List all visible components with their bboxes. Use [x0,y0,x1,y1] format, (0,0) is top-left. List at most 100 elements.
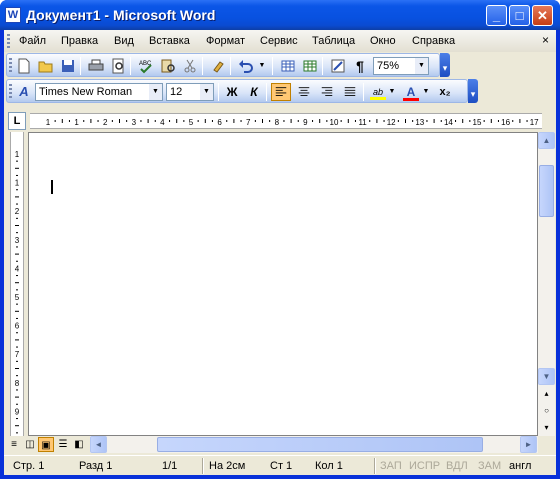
menu-table[interactable]: Таблица [312,35,355,47]
chevron-down-icon[interactable]: ▼ [421,83,431,101]
ruler-label: 1 [15,150,20,159]
vertical-scroll-thumb[interactable] [539,165,554,217]
document-page[interactable] [28,132,538,436]
insert-excel-icon[interactable] [300,57,320,75]
menu-grip[interactable] [7,34,10,48]
toolbar-separator [202,57,203,75]
status-record[interactable]: ЗАП [380,460,402,472]
cut-icon[interactable] [180,57,200,75]
window-title: Документ1 - Microsoft Word [26,7,216,23]
ruler-label: 3 [15,236,20,245]
ruler-label: 12 [387,118,396,127]
toolbar-separator [322,57,323,75]
chevron-down-icon[interactable]: ▼ [387,83,397,101]
menu-tools[interactable]: Сервис [260,35,298,47]
new-document-icon[interactable] [14,57,34,75]
maximize-button[interactable]: □ [509,5,530,26]
scroll-up-button[interactable]: ▲ [538,132,555,149]
horizontal-scrollbar[interactable]: ◄ ► [90,436,538,453]
minimize-button[interactable]: _ [486,5,507,26]
word-app-icon[interactable]: W [5,7,21,23]
previous-page-button[interactable]: ▴ [538,386,555,403]
ruler-label: 1 [74,118,79,127]
scroll-down-button[interactable]: ▼ [538,368,555,385]
format-painter-icon[interactable] [208,57,228,75]
undo-dropdown-icon[interactable]: ▼ [256,57,268,75]
justify-icon [344,87,356,96]
status-bar: Стр. 1 Разд 1 1/1 На 2см Ст 1 Кол 1 ЗАП … [4,455,556,475]
status-column: Кол 1 [315,460,343,472]
horizontal-ruler[interactable]: 1 1 2 3 4 5 6 7 8 9 10 11 12 13 14 15 16 17 [30,113,542,129]
align-right-button[interactable] [317,83,337,101]
show-marks-icon[interactable]: ¶ [350,57,370,75]
select-browse-object-button[interactable]: ○ [538,403,555,420]
outline-view-icon[interactable]: ☰ [55,437,71,452]
ruler-label: 6 [217,118,222,127]
normal-view-icon[interactable]: ≡ [6,437,22,452]
styles-formatting-icon[interactable]: A [14,83,34,101]
vertical-ruler[interactable]: 1 1 2 3 4 5 6 7 8 9 [10,132,24,436]
chevron-down-icon[interactable]: ▼ [415,58,428,74]
print-layout-icon[interactable]: ▣ [38,437,54,452]
align-center-icon [298,87,310,96]
undo-icon[interactable] [236,57,256,75]
standard-toolbar: ABC ▼ ¶ 75% ▼ [6,53,440,77]
menu-view[interactable]: Вид [114,35,134,47]
chevron-down-icon[interactable]: ▼ [149,84,162,100]
font-name-combo[interactable]: Times New Roman ▼ [35,83,163,101]
menu-insert[interactable]: Вставка [149,35,190,47]
close-button[interactable]: ✕ [532,5,553,26]
research-icon[interactable] [158,57,178,75]
save-icon[interactable] [58,57,78,75]
align-center-button[interactable] [294,83,314,101]
vertical-scrollbar[interactable]: ▲ ▼ ▴ ○ ▾ [538,132,555,437]
bold-button[interactable]: Ж [222,83,242,101]
toolbar-separator [230,57,231,75]
zoom-combo[interactable]: 75% ▼ [373,57,429,75]
formatting-toolbar: A Times New Roman ▼ 12 ▼ Ж К ab ▼ A ▼ x₂ [6,79,468,103]
open-folder-icon[interactable] [36,57,56,75]
menu-window[interactable]: Окно [370,35,396,47]
status-extend[interactable]: ВДЛ [446,460,468,472]
subscript-button[interactable]: x₂ [435,83,455,101]
chevron-down-icon[interactable]: ▼ [200,84,213,100]
ruler-label: 5 [15,293,20,302]
print-preview-icon[interactable] [108,57,128,75]
toolbar-options-button[interactable]: ▾ [440,53,450,77]
scroll-left-button[interactable]: ◄ [90,436,107,453]
status-overtype[interactable]: ЗАМ [478,460,501,472]
toolbar-grip[interactable] [9,58,12,74]
reading-layout-icon[interactable]: ◧ [71,437,87,452]
drawing-icon[interactable] [328,57,348,75]
ruler-label: 13 [415,118,424,127]
web-layout-icon[interactable]: ◫ [22,437,38,452]
ruler-label: 3 [132,118,137,127]
justify-button[interactable] [340,83,360,101]
tab-selector[interactable]: L [8,112,26,130]
status-language: англ [509,460,532,472]
toolbar-grip[interactable] [9,84,12,100]
ruler-label: 7 [246,118,251,127]
toolbar-separator [272,57,273,75]
highlight-icon[interactable]: ab [368,83,388,101]
menu-file[interactable]: Файл [19,35,46,47]
align-left-button[interactable] [271,83,291,101]
menu-format[interactable]: Формат [206,35,245,47]
menu-help[interactable]: Справка [412,35,455,47]
horizontal-scroll-thumb[interactable] [157,437,483,452]
italic-button[interactable]: К [244,83,264,101]
toolbar-options-button[interactable]: ▾ [468,79,478,103]
menu-edit[interactable]: Правка [61,35,98,47]
vertical-ruler-scale: 1 1 2 3 4 5 6 7 8 9 [15,150,20,434]
print-icon[interactable] [86,57,106,75]
menu-close-icon[interactable]: × [542,33,549,47]
next-page-button[interactable]: ▾ [538,420,555,437]
ruler-label: 4 [160,118,165,127]
scroll-right-button[interactable]: ► [520,436,537,453]
insert-table-icon[interactable] [278,57,298,75]
font-size-combo[interactable]: 12 ▼ [166,83,214,101]
font-color-icon[interactable]: A [401,83,421,101]
status-track-changes[interactable]: ИСПР [409,460,440,472]
title-bar[interactable]: W Документ1 - Microsoft Word _ □ ✕ [0,0,560,30]
spelling-icon[interactable]: ABC [136,57,156,75]
